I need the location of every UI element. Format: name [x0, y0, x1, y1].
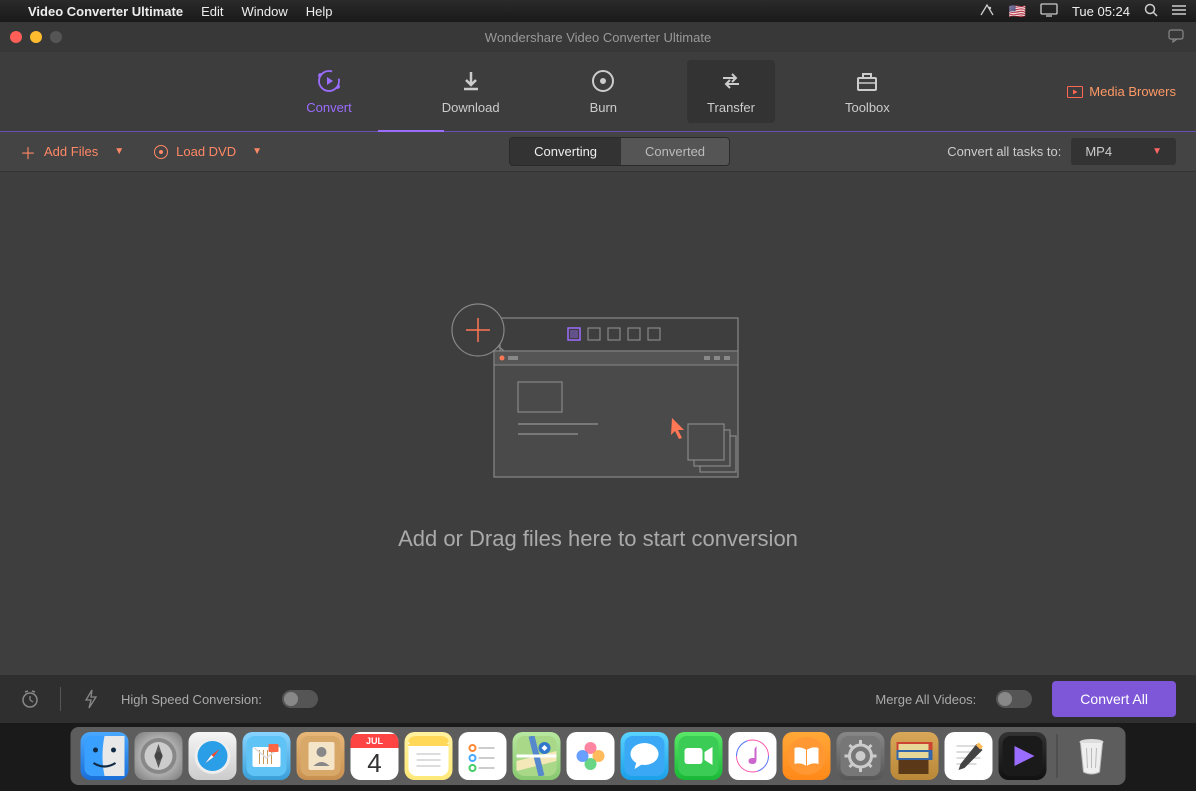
tab-active-indicator [378, 130, 444, 132]
media-browsers-label: Media Browers [1089, 84, 1176, 99]
high-speed-label: High Speed Conversion: [121, 692, 262, 707]
menubar-app-name[interactable]: Video Converter Ultimate [28, 4, 183, 19]
tab-download[interactable]: Download [422, 60, 520, 123]
dock-calendar[interactable]: JUL 4 [351, 732, 399, 780]
window-minimize-button[interactable] [30, 31, 42, 43]
tab-transfer[interactable]: Transfer [687, 60, 775, 123]
dock-itunes[interactable] [729, 732, 777, 780]
main-tabs: Convert Download Burn Transfer Toolbox M… [0, 52, 1196, 132]
menubar-help[interactable]: Help [306, 4, 333, 19]
chevron-down-icon[interactable]: ▼ [114, 146, 124, 157]
output-format-dropdown[interactable]: MP4 ▼ [1071, 138, 1176, 165]
calendar-month: JUL [351, 734, 399, 748]
macos-dock: JUL 4 [71, 727, 1126, 785]
dock-safari[interactable] [189, 732, 237, 780]
menubar-input-source-icon[interactable]: 🇺🇸 [1009, 3, 1026, 20]
app-window: Wondershare Video Converter Ultimate Con… [0, 22, 1196, 723]
dock-separator [1057, 734, 1058, 778]
divider [60, 687, 61, 711]
dock-messages[interactable] [621, 732, 669, 780]
dock-textedit[interactable] [945, 732, 993, 780]
tab-label: Convert [306, 100, 352, 115]
add-files-label: Add Files [44, 144, 98, 159]
tab-label: Transfer [707, 100, 755, 115]
calendar-day: 4 [367, 748, 381, 779]
feedback-icon[interactable] [1168, 29, 1184, 46]
tab-burn[interactable]: Burn [570, 60, 637, 123]
tab-label: Toolbox [845, 100, 890, 115]
lightning-icon [81, 689, 101, 709]
dock-ibooks[interactable] [783, 732, 831, 780]
tab-convert[interactable]: Convert [286, 60, 372, 123]
window-zoom-button[interactable] [50, 31, 62, 43]
merge-videos-toggle[interactable] [996, 690, 1032, 708]
segment-converting[interactable]: Converting [510, 138, 621, 165]
titlebar: Wondershare Video Converter Ultimate [0, 22, 1196, 52]
macos-menubar: Video Converter Ultimate Edit Window Hel… [0, 0, 1196, 22]
add-files-button[interactable]: ＋ Add Files ▼ [20, 140, 124, 164]
dock-maps[interactable] [513, 732, 561, 780]
menubar-display-icon[interactable] [1040, 3, 1058, 20]
dock-photos[interactable] [567, 732, 615, 780]
chevron-down-icon: ▼ [1152, 146, 1162, 157]
menubar-spotlight-icon[interactable] [1144, 3, 1158, 20]
dock-mail[interactable] [243, 732, 291, 780]
status-segment: Converting Converted [509, 137, 730, 166]
drop-zone-prompt: Add or Drag files here to start conversi… [398, 526, 798, 552]
drop-zone[interactable]: Add or Drag files here to start conversi… [0, 172, 1196, 675]
tab-label: Download [442, 100, 500, 115]
chevron-down-icon[interactable]: ▼ [252, 146, 262, 157]
window-close-button[interactable] [10, 31, 22, 43]
menubar-edit[interactable]: Edit [201, 4, 223, 19]
merge-videos-label: Merge All Videos: [875, 692, 976, 707]
menubar-notifications-icon[interactable] [979, 3, 995, 20]
load-dvd-button[interactable]: Load DVD ▼ [154, 144, 262, 159]
plus-icon: ＋ [20, 140, 36, 164]
bottom-bar: High Speed Conversion: Merge All Videos:… [0, 675, 1196, 723]
dock-facetime[interactable] [675, 732, 723, 780]
dock-launchpad[interactable] [135, 732, 183, 780]
dock-notes[interactable] [405, 732, 453, 780]
tab-toolbox[interactable]: Toolbox [825, 60, 910, 123]
high-speed-toggle[interactable] [282, 690, 318, 708]
dock-reminders[interactable] [459, 732, 507, 780]
drop-zone-illustration [448, 296, 748, 496]
schedule-icon[interactable] [20, 689, 40, 709]
load-dvd-label: Load DVD [176, 144, 236, 159]
dock-finder[interactable] [81, 732, 129, 780]
dock-trash[interactable] [1068, 732, 1116, 780]
disc-icon [154, 145, 168, 159]
dock-system-preferences[interactable] [837, 732, 885, 780]
convert-all-button[interactable]: Convert All [1052, 681, 1176, 717]
dock-folder-books[interactable] [891, 732, 939, 780]
dock-contacts[interactable] [297, 732, 345, 780]
menubar-window[interactable]: Window [242, 4, 288, 19]
menubar-notification-center-icon[interactable] [1172, 4, 1186, 19]
media-browsers-button[interactable]: Media Browers [1067, 84, 1176, 99]
convert-all-to-label: Convert all tasks to: [947, 144, 1061, 159]
output-format-value: MP4 [1085, 144, 1112, 159]
tab-label: Burn [590, 100, 617, 115]
menubar-clock[interactable]: Tue 05:24 [1072, 4, 1130, 19]
segment-converted[interactable]: Converted [621, 138, 729, 165]
dock-video-converter[interactable] [999, 732, 1047, 780]
toolbar: ＋ Add Files ▼ Load DVD ▼ Converting Conv… [0, 132, 1196, 172]
window-title: Wondershare Video Converter Ultimate [0, 30, 1196, 45]
